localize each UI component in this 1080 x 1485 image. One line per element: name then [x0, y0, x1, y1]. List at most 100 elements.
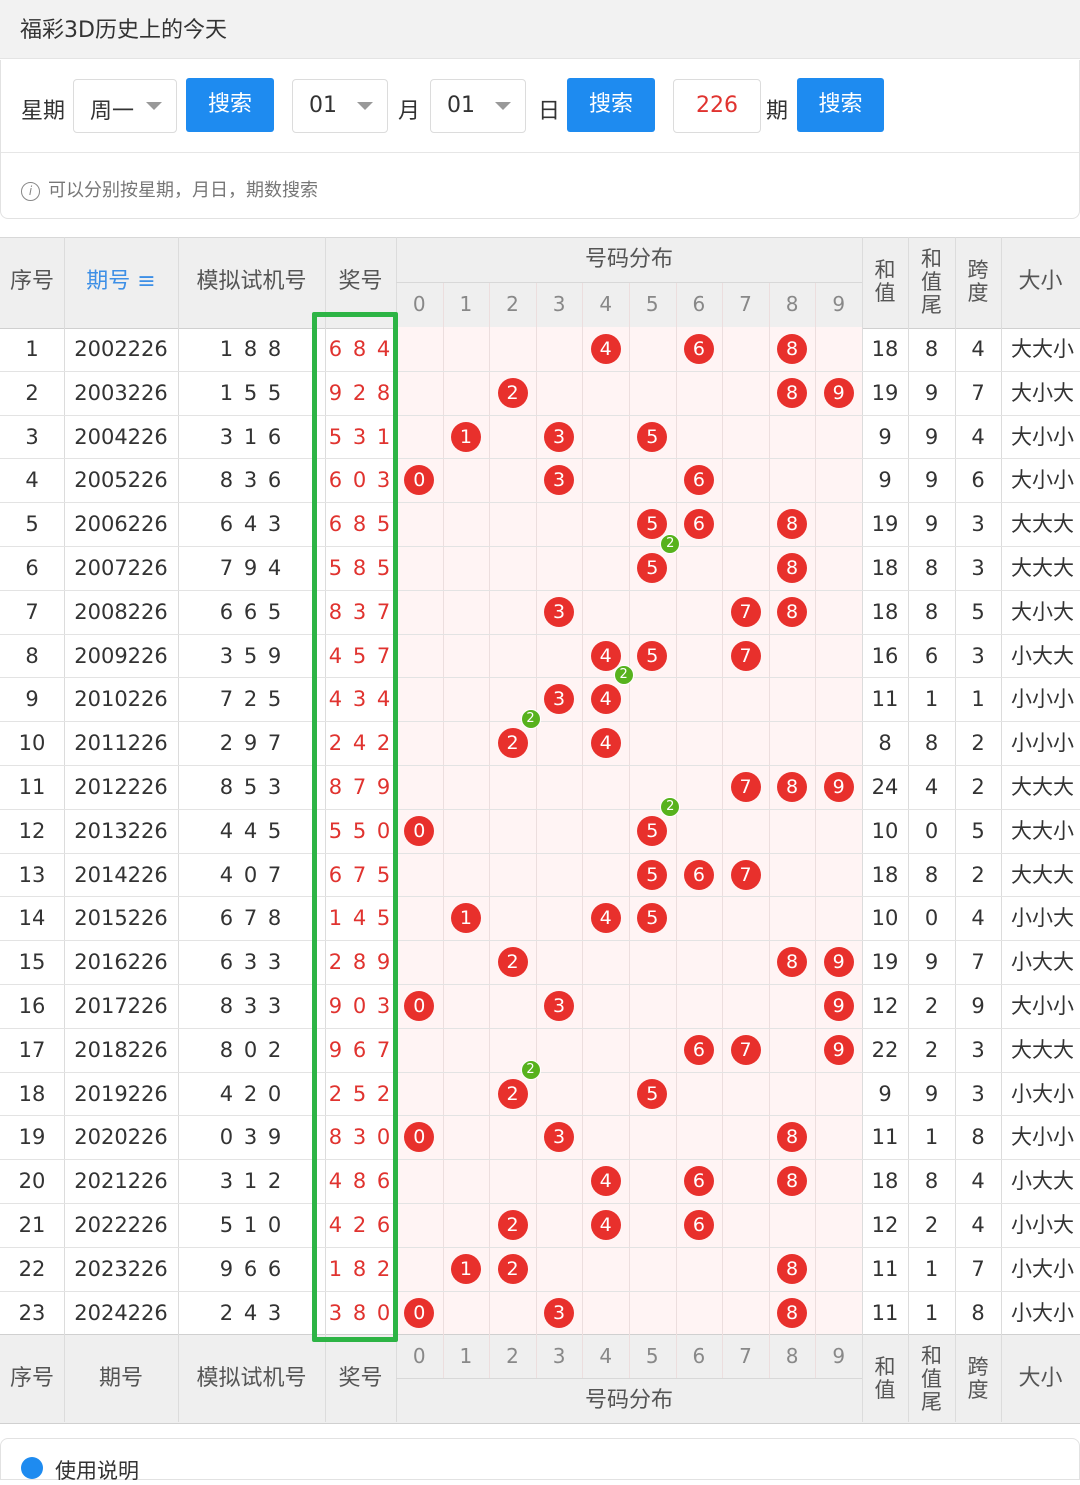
row-issue: 2019226 — [74, 1081, 168, 1106]
row-sum-tail: 2 — [924, 994, 939, 1018]
row-sum: 16 — [871, 643, 899, 668]
row-trial: 0 3 9 — [219, 1125, 284, 1150]
row-seq: 19 — [18, 1125, 46, 1150]
row-trial: 8 0 2 — [219, 1037, 284, 1062]
search-issue-button[interactable]: 搜索 — [797, 78, 884, 132]
number-ball: 2 — [497, 1078, 528, 1109]
header-size: 大小 — [1018, 1366, 1063, 1392]
row-seq: 12 — [18, 818, 46, 843]
header-digit: 1 — [459, 1344, 473, 1369]
row-seq: 3 — [25, 424, 39, 449]
row-issue: 2007226 — [74, 556, 168, 580]
weekday-select[interactable]: 周一 — [73, 79, 177, 133]
header-digit: 5 — [645, 1344, 659, 1369]
number-ball: 4 — [590, 1166, 621, 1197]
header-digit: 2 — [506, 1344, 519, 1369]
issue-input[interactable]: 226 — [673, 79, 761, 133]
row-seq: 2 — [25, 380, 39, 405]
month-label: 月 — [398, 99, 421, 124]
search-weekday-button[interactable]: 搜索 — [186, 78, 274, 132]
row-size: 小小大 — [1011, 1213, 1074, 1237]
header-digit: 6 — [692, 292, 706, 316]
header-trial: 模拟试机号 — [196, 1366, 307, 1392]
usage-title: 使用说明 — [55, 1459, 139, 1483]
history-table: 序号 期号 ≡ 模拟试机号 奖号 号码分布 0 1 2 3 4 5 6 7 8 9 和值和值尾跨度大小 序号 期号… — [0, 237, 1080, 1425]
number-ball: 7 — [730, 772, 761, 802]
number-ball: 5 — [637, 859, 668, 890]
row-size: 大大大 — [1011, 512, 1074, 537]
digit-divider — [768, 282, 770, 1379]
row-sum-tail: 0 — [924, 906, 939, 931]
row-span: 2 — [971, 862, 985, 887]
row-issue: 2014226 — [74, 862, 168, 887]
row-size: 小大大 — [1011, 1169, 1074, 1194]
row-seq: 21 — [18, 1213, 46, 1237]
row-sum-tail: 9 — [924, 468, 939, 493]
row-sum-tail: 9 — [924, 1081, 939, 1106]
row-issue: 2002226 — [74, 337, 168, 361]
header-distribution: 号码分布 — [584, 1388, 673, 1414]
row-sum: 18 — [871, 337, 899, 361]
header-digit: 9 — [832, 292, 846, 316]
row-trial: 4 4 5 — [219, 818, 284, 843]
month-select[interactable]: 01 — [292, 79, 388, 133]
row-trial: 1 8 8 — [219, 337, 284, 361]
header-seq: 序号 — [9, 269, 54, 294]
row-sum: 11 — [871, 1300, 899, 1325]
number-ball: 4 — [590, 728, 621, 759]
row-span: 4 — [971, 1169, 985, 1194]
row-sum-tail: 8 — [924, 731, 939, 756]
chevron-down-icon — [357, 102, 373, 110]
row-trial: 5 1 0 — [219, 1213, 284, 1237]
row-sum-tail: 9 — [924, 950, 939, 975]
row-trial: 6 3 3 — [219, 950, 284, 975]
row-span: 2 — [971, 731, 985, 756]
day-select[interactable]: 01 — [430, 79, 526, 133]
row-size: 小小大 — [1011, 906, 1074, 931]
header-sum-tail: 和值尾 — [921, 246, 942, 317]
row-issue: 2004226 — [74, 424, 168, 449]
row-span: 3 — [971, 1037, 985, 1062]
row-sum: 10 — [871, 818, 899, 843]
row-issue: 2016226 — [74, 950, 168, 975]
digit-divider — [675, 282, 677, 1379]
number-ball: 3 — [544, 991, 575, 1021]
row-sum-tail: 1 — [924, 1300, 939, 1325]
number-ball: 2 — [497, 728, 528, 759]
row-seq: 6 — [25, 556, 39, 580]
number-ball: 9 — [823, 772, 854, 802]
row-span: 3 — [971, 512, 985, 537]
repeat-count-badge: 2 — [613, 665, 634, 686]
row-span: 7 — [971, 380, 985, 405]
header-digit: 7 — [739, 1344, 752, 1369]
row-seq: 23 — [18, 1300, 46, 1325]
header-digit: 8 — [785, 292, 799, 316]
hint-text: 可以分别按星期，月日，期数搜索 — [48, 180, 318, 201]
prize-column-highlight — [312, 312, 398, 1342]
row-issue: 2020226 — [74, 1125, 168, 1150]
row-size: 大大小 — [1011, 337, 1074, 361]
header-digit: 4 — [599, 1344, 613, 1369]
chevron-down-icon — [146, 102, 162, 110]
row-trial: 6 4 3 — [219, 512, 284, 537]
row-seq: 9 — [25, 687, 39, 712]
row-sum: 18 — [871, 862, 899, 887]
number-ball: 3 — [544, 596, 575, 627]
number-ball: 5 — [637, 1078, 668, 1109]
row-issue: 2023226 — [74, 1256, 168, 1281]
header-issue[interactable]: 期号 ≡ — [64, 237, 178, 327]
chevron-down-icon — [495, 102, 511, 110]
sort-icon[interactable]: ≡ — [130, 269, 155, 294]
row-seq: 22 — [18, 1256, 46, 1281]
number-ball: 9 — [823, 1034, 854, 1065]
number-ball: 8 — [777, 553, 808, 583]
row-size: 大小大 — [1011, 599, 1074, 624]
number-ball: 8 — [777, 377, 808, 408]
header-issue: 期号 — [98, 1366, 143, 1392]
row-span: 4 — [971, 906, 985, 931]
row-size: 大小小 — [1011, 468, 1074, 493]
number-ball: 2 — [497, 947, 528, 978]
row-size: 大小大 — [1011, 380, 1074, 405]
search-date-button[interactable]: 搜索 — [567, 78, 655, 132]
number-ball: 2 — [497, 377, 528, 408]
